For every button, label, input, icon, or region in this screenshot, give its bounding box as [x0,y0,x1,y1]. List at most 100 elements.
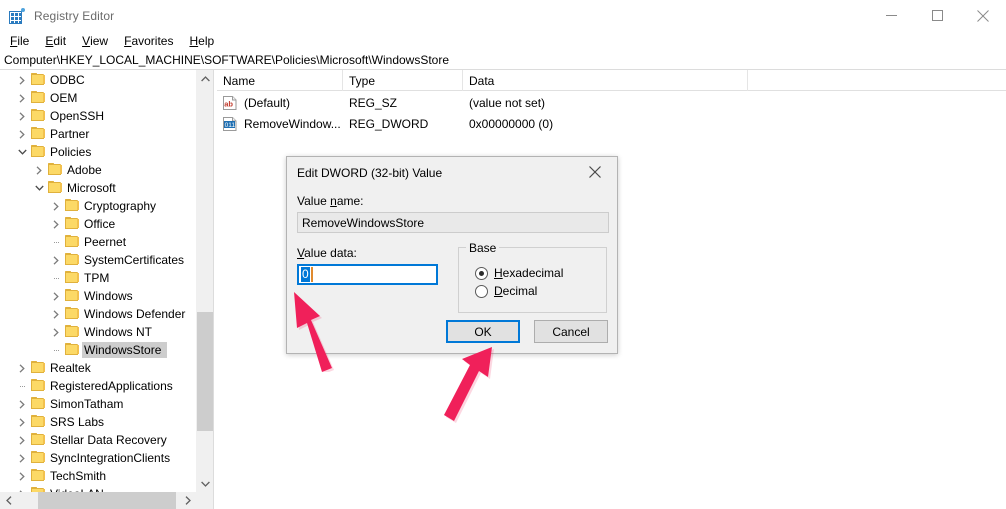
tree-hscroll-thumb[interactable] [38,492,176,509]
tree-item-registeredapplications[interactable]: RegisteredApplications [0,377,196,395]
chevron-right-icon[interactable] [14,359,30,377]
tree-item-windowsstore[interactable]: WindowsStore [0,341,196,359]
tree-scroll-thumb[interactable] [197,312,214,431]
dialog-titlebar: Edit DWORD (32-bit) Value [287,157,617,188]
value-data-input[interactable]: 0 [297,264,438,285]
chevron-right-icon[interactable] [48,215,64,233]
scroll-up-button[interactable] [197,70,214,87]
value-row[interactable]: ab (Default) REG_SZ (value not set) [217,92,1006,113]
ok-button[interactable]: OK [446,320,520,343]
chevron-right-icon[interactable] [48,197,64,215]
radio-hexadecimal-indicator [475,266,488,280]
tree-item-label: RegisteredApplications [50,379,173,393]
radio-hexadecimal-label: Hexadecimal [494,266,564,280]
tree-item-office[interactable]: Office [0,215,196,233]
tree-item-label: Stellar Data Recovery [50,433,167,447]
scroll-down-button[interactable] [197,475,214,492]
window-titlebar: Registry Editor [0,0,1006,31]
folder-icon [30,469,46,483]
tree-item-syncintegrationclients[interactable]: SyncIntegrationClients [0,449,196,467]
menu-item-help[interactable]: Help [181,31,222,51]
tree-item-partner[interactable]: Partner [0,125,196,143]
dialog-title: Edit DWORD (32-bit) Value [297,165,443,180]
tree-connector [48,233,64,251]
chevron-right-icon[interactable] [14,413,30,431]
tree-item-openssh[interactable]: OpenSSH [0,107,196,125]
dialog-close-icon[interactable] [572,157,617,187]
tree-item-techsmith[interactable]: TechSmith [0,467,196,485]
tree-item-label: Realtek [50,361,91,375]
tree-item-videolan[interactable]: VideoLAN [0,485,196,492]
scroll-right-button[interactable] [179,492,196,509]
dialog-buttons: OK Cancel [287,320,619,343]
tree-item-systemcertificates[interactable]: SystemCertificates [0,251,196,269]
column-header-type[interactable]: Type [343,70,463,91]
tree-item-odbc[interactable]: ODBC [0,71,196,89]
window-title: Registry Editor [34,8,115,23]
menu-item-favorites[interactable]: Favorites [116,31,181,51]
chevron-right-icon[interactable] [14,125,30,143]
tree-connector [48,341,64,359]
tree-item-policies[interactable]: Policies [0,143,196,161]
menu-item-edit[interactable]: Edit [37,31,74,51]
chevron-right-icon[interactable] [31,161,47,179]
tree-item-windows-nt[interactable]: Windows NT [0,323,196,341]
value-row[interactable]: 011 RemoveWindow... REG_DWORD 0x00000000 (0… [217,113,1006,134]
chevron-right-icon[interactable] [14,71,30,89]
radio-decimal-label: Decimal [494,284,538,298]
chevron-right-icon[interactable] [48,287,64,305]
tree-item-srs-labs[interactable]: SRS Labs [0,413,196,431]
tree-item-adobe[interactable]: Adobe [0,161,196,179]
tree-item-realtek[interactable]: Realtek [0,359,196,377]
chevron-right-icon[interactable] [14,449,30,467]
folder-icon [64,235,80,249]
maximize-button[interactable] [914,0,960,31]
tree-item-oem[interactable]: OEM [0,89,196,107]
tree-item-tpm[interactable]: TPM [0,269,196,287]
chevron-down-icon[interactable] [14,143,30,161]
tree-item-label: Microsoft [67,181,116,195]
chevron-right-icon[interactable] [14,107,30,125]
chevron-down-icon[interactable] [31,179,47,197]
value-name-input[interactable] [297,212,609,233]
chevron-right-icon[interactable] [14,431,30,449]
tree-item-simontatham[interactable]: SimonTatham [0,395,196,413]
tree-item-label: TPM [84,271,110,285]
minimize-button[interactable] [868,0,914,31]
chevron-right-icon[interactable] [48,251,64,269]
dialog-body: Value name: Value data: 0 Base Hexadecim… [287,194,617,313]
value-name: (Default) [244,95,291,110]
menu-item-view[interactable]: View [74,31,116,51]
column-header-data[interactable]: Data [463,70,748,91]
tree-item-label: OpenSSH [50,109,105,123]
chevron-right-icon[interactable] [48,323,64,341]
tree-item-microsoft[interactable]: Microsoft [0,179,196,197]
chevron-right-icon[interactable] [14,467,30,485]
chevron-right-icon[interactable] [14,485,30,492]
folder-icon [47,181,63,195]
radio-hexadecimal[interactable]: Hexadecimal [475,264,606,282]
registry-editor-icon [9,7,25,24]
tree-horizontal-scrollbar[interactable] [0,492,213,509]
chevron-right-icon[interactable] [14,89,30,107]
close-button[interactable] [960,0,1006,31]
edit-dword-dialog: Edit DWORD (32-bit) Value Value name: Va… [286,156,618,354]
tree-item-windows[interactable]: Windows [0,287,196,305]
cancel-button[interactable]: Cancel [534,320,608,343]
chevron-right-icon[interactable] [48,305,64,323]
radio-decimal[interactable]: Decimal [475,282,606,300]
chevron-right-icon[interactable] [14,395,30,413]
base-groupbox: Base Hexadecimal Decimal [458,241,607,313]
tree-item-peernet[interactable]: Peernet [0,233,196,251]
scroll-left-button[interactable] [0,492,17,509]
tree-item-windows-defender[interactable]: Windows Defender [0,305,196,323]
column-header-name[interactable]: Name [217,70,343,91]
tree-vertical-scrollbar[interactable] [196,70,214,492]
menu-item-file[interactable]: File [2,31,37,51]
tree-item-stellar-data-recovery[interactable]: Stellar Data Recovery [0,431,196,449]
address-bar[interactable]: Computer\HKEY_LOCAL_MACHINE\SOFTWARE\Pol… [0,51,1006,70]
tree-item-label: Policies [50,145,92,159]
value-data-label: Value data: [297,246,357,260]
registry-tree[interactable]: ODBC OEM OpenSSH Partner Policies Adobe Micros… [0,70,196,492]
tree-item-cryptography[interactable]: Cryptography [0,197,196,215]
